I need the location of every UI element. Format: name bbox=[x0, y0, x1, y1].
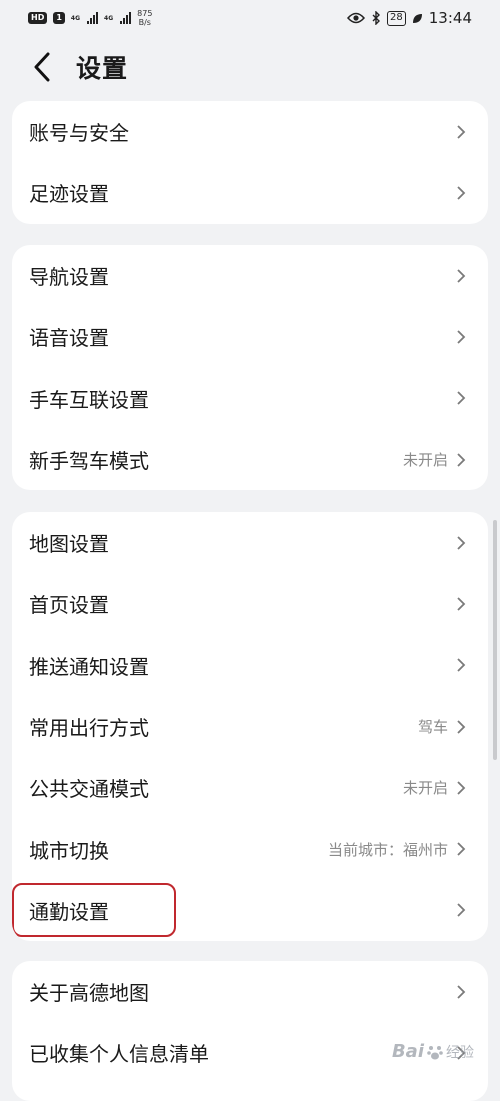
settings-row-phone-car-link[interactable]: 手车互联设置 bbox=[12, 368, 488, 429]
network-speed-unit: B/s bbox=[137, 18, 152, 27]
chevron-right-icon bbox=[454, 983, 468, 1001]
settings-row-travel-mode[interactable]: 常用出行方式 驾车 bbox=[12, 696, 488, 757]
back-button[interactable] bbox=[24, 45, 60, 89]
chevron-right-icon bbox=[454, 184, 468, 202]
watermark: Bai 经验 bbox=[392, 1041, 474, 1062]
settings-row-about-amap[interactable]: 关于高德地图 bbox=[12, 961, 488, 1022]
row-value: 驾车 bbox=[418, 716, 448, 737]
settings-group-about: 关于高德地图 已收集个人信息清单 bbox=[12, 961, 488, 1101]
sim-badge: 1 bbox=[53, 12, 65, 24]
back-arrow-icon bbox=[33, 52, 51, 82]
settings-row-navigation[interactable]: 导航设置 bbox=[12, 245, 488, 306]
chevron-right-icon bbox=[454, 840, 468, 858]
chevron-right-icon bbox=[454, 901, 468, 919]
settings-row-public-transit[interactable]: 公共交通模式 未开启 bbox=[12, 757, 488, 818]
row-label: 常用出行方式 bbox=[29, 712, 418, 741]
row-label: 足迹设置 bbox=[29, 178, 454, 207]
row-label: 首页设置 bbox=[29, 589, 454, 618]
network-speed-value: 875 bbox=[137, 9, 152, 18]
settings-row-city-switch[interactable]: 城市切换 当前城市：福州市 bbox=[12, 818, 488, 879]
leaf-icon bbox=[412, 13, 423, 24]
settings-row-novice-driving[interactable]: 新手驾车模式 未开启 bbox=[12, 429, 488, 490]
battery-level: 28 bbox=[390, 12, 403, 23]
eye-icon bbox=[347, 12, 365, 24]
status-bar: HD 1 4G 4G 875 B/s 28 13:44 bbox=[0, 0, 500, 36]
header: 设置 bbox=[0, 38, 500, 96]
chevron-right-icon bbox=[454, 718, 468, 736]
bluetooth-icon bbox=[371, 11, 381, 25]
network-type-2: 4G bbox=[104, 15, 113, 22]
row-label: 城市切换 bbox=[29, 835, 328, 864]
settings-row-account-security[interactable]: 账号与安全 bbox=[12, 101, 488, 162]
row-label: 导航设置 bbox=[29, 261, 454, 290]
settings-group-map: 地图设置 首页设置 推送通知设置 常用出行方式 驾车 公共交通模式 未开启 城市… bbox=[12, 512, 488, 941]
chevron-right-icon bbox=[454, 779, 468, 797]
row-label: 新手驾车模式 bbox=[29, 445, 403, 474]
highlight-box bbox=[12, 883, 176, 937]
row-label: 账号与安全 bbox=[29, 117, 454, 146]
chevron-right-icon bbox=[454, 595, 468, 613]
settings-group-account: 账号与安全 足迹设置 bbox=[12, 101, 488, 224]
status-right: 28 13:44 bbox=[347, 9, 472, 27]
chevron-right-icon bbox=[454, 267, 468, 285]
row-value: 未开启 bbox=[403, 777, 448, 798]
settings-group-navigation: 导航设置 语音设置 手车互联设置 新手驾车模式 未开启 bbox=[12, 245, 488, 490]
signal-icon-2 bbox=[120, 12, 131, 24]
settings-row-homepage[interactable]: 首页设置 bbox=[12, 573, 488, 634]
chevron-right-icon bbox=[454, 389, 468, 407]
paw-icon bbox=[426, 1043, 444, 1061]
network-speed: 875 B/s bbox=[137, 9, 152, 27]
row-label: 关于高德地图 bbox=[29, 977, 454, 1006]
signal-icon bbox=[87, 12, 98, 24]
settings-row-footprint[interactable]: 足迹设置 bbox=[12, 162, 488, 223]
row-label: 地图设置 bbox=[29, 528, 454, 557]
settings-row-commute[interactable]: 通勤设置 bbox=[12, 880, 488, 941]
settings-row-voice[interactable]: 语音设置 bbox=[12, 306, 488, 367]
settings-row-push-notification[interactable]: 推送通知设置 bbox=[12, 635, 488, 696]
watermark-suffix: 经验 bbox=[446, 1042, 474, 1062]
hd-badge: HD bbox=[28, 12, 47, 24]
chevron-right-icon bbox=[454, 123, 468, 141]
battery-icon: 28 bbox=[387, 11, 406, 26]
row-label: 手车互联设置 bbox=[29, 384, 454, 413]
chevron-right-icon bbox=[454, 451, 468, 469]
status-left: HD 1 4G 4G 875 B/s bbox=[28, 9, 152, 27]
row-label: 语音设置 bbox=[29, 322, 454, 351]
row-value: 未开启 bbox=[403, 449, 448, 470]
page-title: 设置 bbox=[76, 49, 128, 85]
chevron-right-icon bbox=[454, 656, 468, 674]
row-label: 公共交通模式 bbox=[29, 773, 403, 802]
settings-row-map[interactable]: 地图设置 bbox=[12, 512, 488, 573]
watermark-text: Bai bbox=[392, 1041, 424, 1062]
chevron-right-icon bbox=[454, 328, 468, 346]
chevron-right-icon bbox=[454, 534, 468, 552]
clock: 13:44 bbox=[429, 9, 472, 27]
scrollbar-thumb[interactable] bbox=[493, 520, 497, 760]
row-value: 当前城市：福州市 bbox=[328, 839, 448, 860]
row-label: 已收集个人信息清单 bbox=[29, 1038, 454, 1067]
row-label: 推送通知设置 bbox=[29, 651, 454, 680]
network-type-1: 4G bbox=[71, 15, 80, 22]
